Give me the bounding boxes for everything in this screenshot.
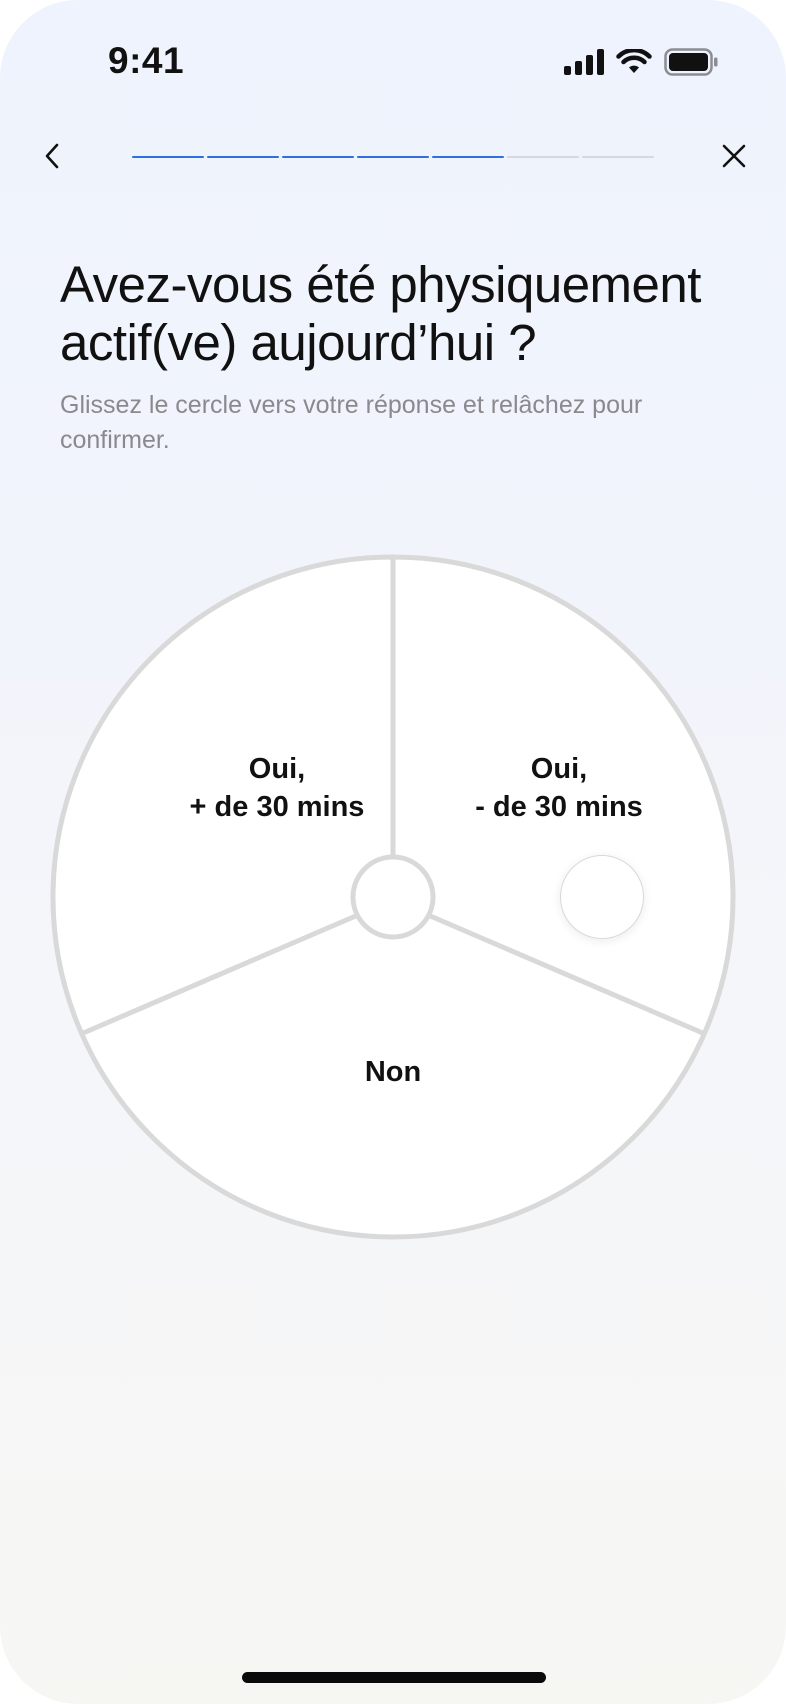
- close-icon: [721, 143, 747, 174]
- phone-screen: 9:41 Avez-vous été physiquement actif(ve…: [0, 0, 786, 1704]
- progress-segment: [432, 156, 504, 158]
- drag-handle[interactable]: [560, 855, 644, 939]
- chevron-left-icon: [42, 142, 62, 175]
- option-no[interactable]: Non: [263, 1053, 523, 1091]
- progress-segment: [582, 156, 654, 158]
- battery-icon: [664, 48, 718, 81]
- status-icons: [564, 47, 718, 81]
- progress-segment: [282, 156, 354, 158]
- progress-bar: [132, 156, 654, 160]
- progress-segment: [207, 156, 279, 158]
- wifi-icon: [616, 47, 652, 80]
- option-yes-less-30[interactable]: Oui, - de 30 mins: [429, 750, 689, 826]
- close-button[interactable]: [712, 136, 756, 180]
- signal-icon: [564, 49, 604, 80]
- nav-bar: [0, 130, 786, 186]
- status-time: 9:41: [108, 40, 185, 81]
- option-yes-more-30-line1: Oui,: [248, 753, 306, 785]
- progress-segment: [357, 156, 429, 158]
- progress-segment: [132, 156, 204, 158]
- option-yes-more-30-line2: + de 30 mins: [189, 791, 365, 823]
- progress-segment: [507, 156, 579, 158]
- wheel-center-hub: [350, 854, 436, 940]
- option-yes-less-30-line1: Oui,: [530, 753, 588, 785]
- question-subtitle: Glissez le cercle vers votre réponse et …: [60, 391, 643, 454]
- back-button[interactable]: [30, 136, 74, 180]
- status-bar: 9:41: [0, 0, 786, 130]
- option-yes-more-30[interactable]: Oui, + de 30 mins: [147, 750, 407, 826]
- option-no-label: Non: [364, 1056, 422, 1088]
- option-yes-less-30-line2: - de 30 mins: [475, 791, 643, 823]
- home-indicator[interactable]: [242, 1672, 546, 1683]
- question-title: Avez-vous été physiquement actif(ve) auj…: [60, 256, 701, 371]
